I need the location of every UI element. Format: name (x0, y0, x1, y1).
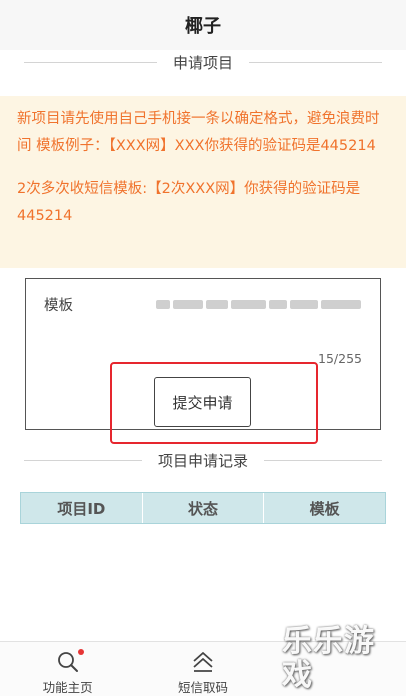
nav-item-sms[interactable]: 短信取码 (135, 642, 270, 696)
notification-dot (77, 649, 84, 655)
column-header-status[interactable]: 状态 (141, 493, 264, 523)
column-header-project-id[interactable]: 项目ID (21, 493, 142, 523)
apply-section-label: 申请项目 (173, 53, 234, 72)
nav-label-sms: 短信取码 (177, 680, 228, 695)
column-header-template[interactable]: 模板 (263, 493, 385, 523)
divider-right (264, 459, 383, 461)
notice-paragraph-1: 新项目请先使用自己手机接一条以确定格式，避免浪费时间 模板例子：【XXX网】XX… (17, 111, 380, 154)
notice-panel: 新项目请先使用自己手机接一条以确定格式，避免浪费时间 模板例子：【XXX网】XX… (0, 96, 406, 268)
watermark-logo: 乐乐游戏 (282, 625, 402, 693)
char-counter: 15/255 (318, 351, 362, 366)
watermark-text: 乐乐游戏 (282, 624, 375, 693)
divider-left (24, 459, 142, 461)
apply-section-title: 申请项目 (24, 50, 383, 74)
nav-label-home: 功能主页 (42, 680, 93, 695)
template-input-blurred[interactable] (156, 297, 361, 311)
highlight-annotation (110, 362, 318, 444)
records-section-label: 项目申请记录 (158, 451, 249, 470)
app-header: 椰子 (0, 0, 406, 50)
template-label: 模板 (44, 298, 73, 314)
divider-right (249, 61, 383, 63)
divider-left (24, 61, 157, 63)
notice-paragraph-2: 2次多次收短信模板:【2次XXX网】你获得的验证码是445214 (17, 181, 361, 224)
home-icon (191, 650, 215, 674)
search-icon (56, 649, 84, 674)
records-table-header: 项目ID 状态 模板 (20, 492, 386, 524)
nav-item-home[interactable]: 功能主页 (0, 642, 135, 696)
page-title: 椰子 (185, 16, 221, 37)
records-section-title: 项目申请记录 (24, 448, 383, 472)
